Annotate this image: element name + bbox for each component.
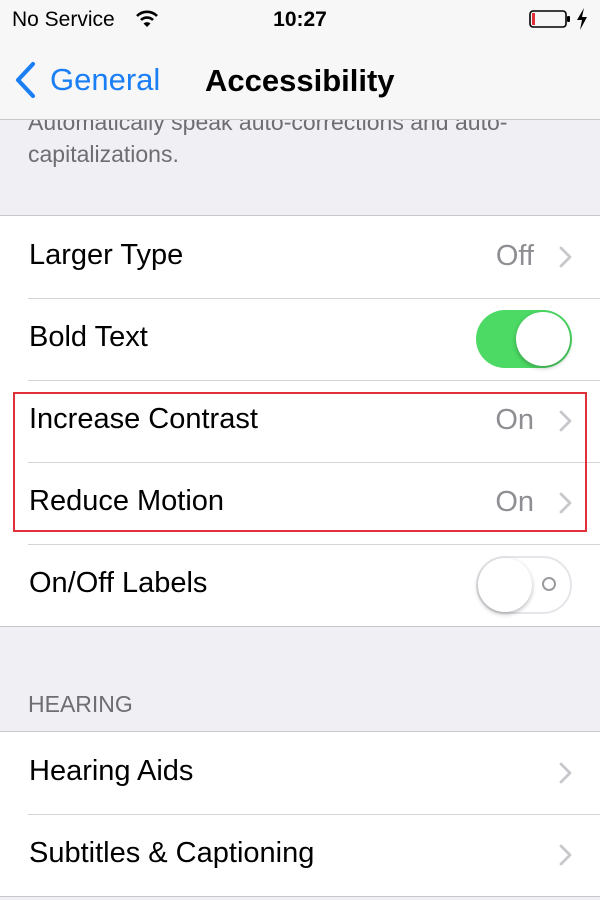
row-label: Bold Text xyxy=(29,321,148,353)
navigation-bar: General Accessibility xyxy=(0,40,600,120)
back-chevron-icon xyxy=(15,61,36,99)
charging-icon xyxy=(577,8,587,30)
off-label-circle-icon xyxy=(542,577,556,591)
on-off-labels-row: On/Off Labels xyxy=(0,544,600,626)
bold-text-row: Bold Text xyxy=(0,298,600,380)
row-label: Hearing Aids xyxy=(29,755,194,787)
row-label: Subtitles & Captioning xyxy=(29,837,315,869)
back-label: General xyxy=(50,62,161,97)
larger-type-row[interactable]: Larger Type Off xyxy=(0,216,600,298)
switch-knob xyxy=(516,312,570,366)
page-title: Accessibility xyxy=(205,63,395,98)
row-value: On xyxy=(495,404,534,436)
row-label: Increase Contrast xyxy=(29,403,258,435)
row-value: Off xyxy=(495,240,534,272)
increase-contrast-row[interactable]: Increase Contrast On xyxy=(0,380,600,462)
reduce-motion-row[interactable]: Reduce Motion On xyxy=(0,462,600,544)
chevron-right-icon xyxy=(559,762,572,784)
status-bar: No Service 10:27 xyxy=(0,0,600,40)
row-label: Reduce Motion xyxy=(29,485,225,517)
display-settings-group: Larger Type Off Bold Text Increase Contr… xyxy=(0,215,600,627)
back-button[interactable]: General xyxy=(14,58,160,102)
chevron-right-icon xyxy=(559,410,572,432)
row-value: On xyxy=(495,486,534,518)
section-header-hearing: HEARING xyxy=(28,691,133,717)
subtitles-captioning-row[interactable]: Subtitles & Captioning xyxy=(0,814,600,896)
chevron-right-icon xyxy=(559,246,572,268)
battery-icon xyxy=(529,10,570,28)
on-off-labels-switch[interactable] xyxy=(476,556,572,614)
switch-knob xyxy=(478,558,532,612)
hearing-settings-group: Hearing Aids Subtitles & Captioning xyxy=(0,731,600,897)
chevron-right-icon xyxy=(559,844,572,866)
row-label: Larger Type xyxy=(29,239,184,271)
chevron-right-icon xyxy=(559,492,572,514)
row-label: On/Off Labels xyxy=(29,567,208,599)
bold-text-switch[interactable] xyxy=(476,310,572,368)
clock: 10:27 xyxy=(273,8,327,31)
hearing-aids-row[interactable]: Hearing Aids xyxy=(0,732,600,814)
